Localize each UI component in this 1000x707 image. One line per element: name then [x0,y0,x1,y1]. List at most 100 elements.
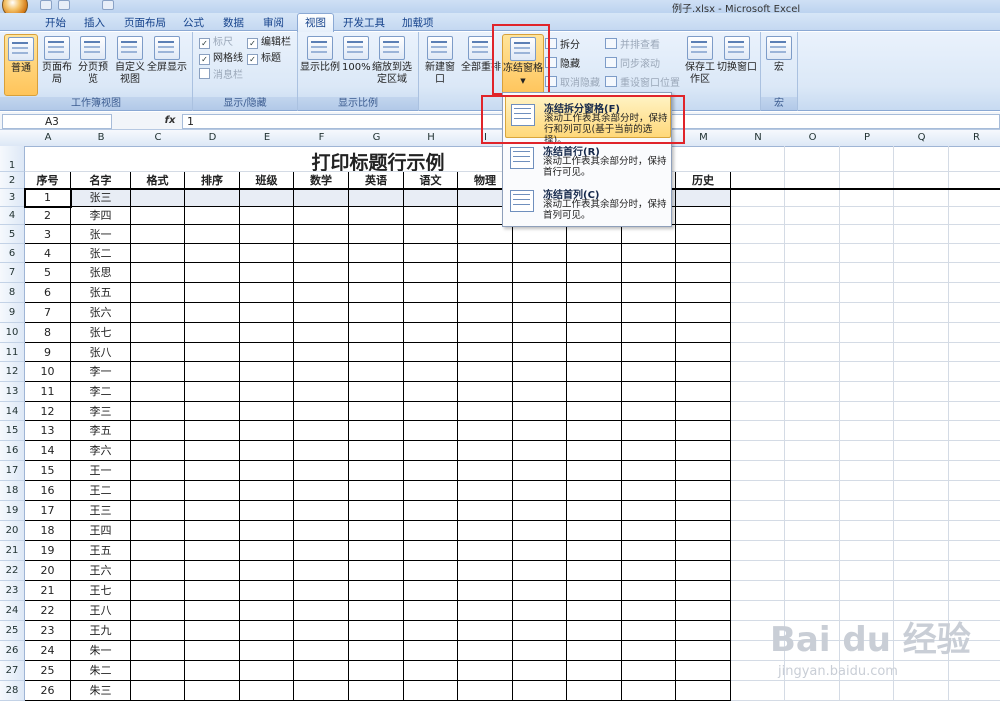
cell[interactable] [567,601,622,621]
seq-cell[interactable]: 8 [25,323,71,343]
row-header[interactable]: 28 [0,681,25,701]
cell[interactable] [185,641,240,661]
cell[interactable] [894,521,949,541]
cell[interactable] [131,225,185,244]
cell[interactable] [349,244,404,263]
cell[interactable] [294,481,349,501]
cell[interactable] [131,541,185,561]
cell[interactable] [131,641,185,661]
cell[interactable] [404,501,458,521]
cell[interactable] [567,461,622,481]
row-header[interactable]: 26 [0,641,25,661]
cell[interactable] [731,581,785,601]
cell[interactable] [949,661,1000,681]
cell[interactable] [785,501,840,521]
seq-cell[interactable]: 19 [25,541,71,561]
cell[interactable] [567,382,622,402]
seq-cell[interactable]: 15 [25,461,71,481]
cell[interactable] [676,541,731,561]
cell[interactable] [458,323,513,343]
cell[interactable] [513,661,567,681]
tab-formulas[interactable]: 公式 [183,15,204,31]
cell[interactable] [294,225,349,244]
row-header[interactable]: 4 [0,207,25,225]
cell[interactable] [731,263,785,283]
cell[interactable] [185,225,240,244]
cell[interactable] [185,207,240,225]
cell[interactable] [513,343,567,362]
cell[interactable] [404,343,458,362]
cell[interactable] [731,421,785,441]
name-cell[interactable]: 李二 [71,382,131,402]
cell[interactable] [840,244,894,263]
cell[interactable] [513,402,567,421]
cell[interactable] [676,225,731,244]
row-header[interactable]: 9 [0,303,25,323]
cell[interactable] [349,481,404,501]
name-cell[interactable]: 朱三 [71,681,131,701]
cell[interactable] [349,402,404,421]
header-cell[interactable]: 序号 [25,172,71,189]
cell[interactable] [840,207,894,225]
cell[interactable] [622,581,676,601]
page-layout-view-button[interactable]: 页面布局 [38,34,76,86]
cell[interactable] [785,521,840,541]
cell[interactable] [676,362,731,382]
cell[interactable] [785,263,840,283]
cell[interactable] [404,244,458,263]
cell[interactable] [567,402,622,421]
column-header[interactable]: B [71,130,132,147]
cell[interactable] [404,541,458,561]
cell[interactable] [567,541,622,561]
cell[interactable] [676,501,731,521]
cell[interactable] [731,441,785,461]
row-header[interactable]: 3 [0,189,25,207]
cell[interactable] [240,362,294,382]
cell[interactable] [676,189,731,207]
cell[interactable] [731,521,785,541]
seq-cell[interactable]: 14 [25,441,71,461]
cell[interactable] [294,207,349,225]
seq-cell[interactable]: 12 [25,402,71,421]
cell[interactable] [622,362,676,382]
cell[interactable] [185,421,240,441]
cell[interactable] [622,461,676,481]
name-cell[interactable]: 王七 [71,581,131,601]
cell[interactable] [240,601,294,621]
cell[interactable] [622,303,676,323]
cell[interactable] [567,621,622,641]
cell[interactable] [458,641,513,661]
seq-cell[interactable]: 16 [25,481,71,501]
cell[interactable] [185,323,240,343]
cell[interactable] [404,601,458,621]
cell[interactable] [131,362,185,382]
cell[interactable] [785,225,840,244]
cell[interactable] [894,501,949,521]
cell[interactable] [185,382,240,402]
header-cell[interactable]: 班级 [240,172,294,189]
cell[interactable] [513,382,567,402]
cell[interactable] [949,521,1000,541]
cell[interactable] [513,601,567,621]
cell[interactable] [458,283,513,303]
name-cell[interactable]: 张三 [71,189,131,207]
cell[interactable] [731,225,785,244]
column-header[interactable]: C [131,130,186,147]
cell[interactable] [894,402,949,421]
cell[interactable] [567,303,622,323]
cell[interactable] [676,441,731,461]
row-header[interactable]: 22 [0,561,25,581]
cell[interactable] [513,581,567,601]
cell[interactable] [894,244,949,263]
cell[interactable] [240,382,294,402]
cell[interactable] [294,601,349,621]
cell[interactable] [840,681,894,701]
cell[interactable] [894,303,949,323]
cell[interactable] [840,382,894,402]
cell[interactable] [676,263,731,283]
name-cell[interactable]: 朱二 [71,661,131,681]
cell[interactable] [840,225,894,244]
cell[interactable] [676,323,731,343]
cell[interactable] [349,303,404,323]
column-header[interactable]: A [25,130,72,147]
